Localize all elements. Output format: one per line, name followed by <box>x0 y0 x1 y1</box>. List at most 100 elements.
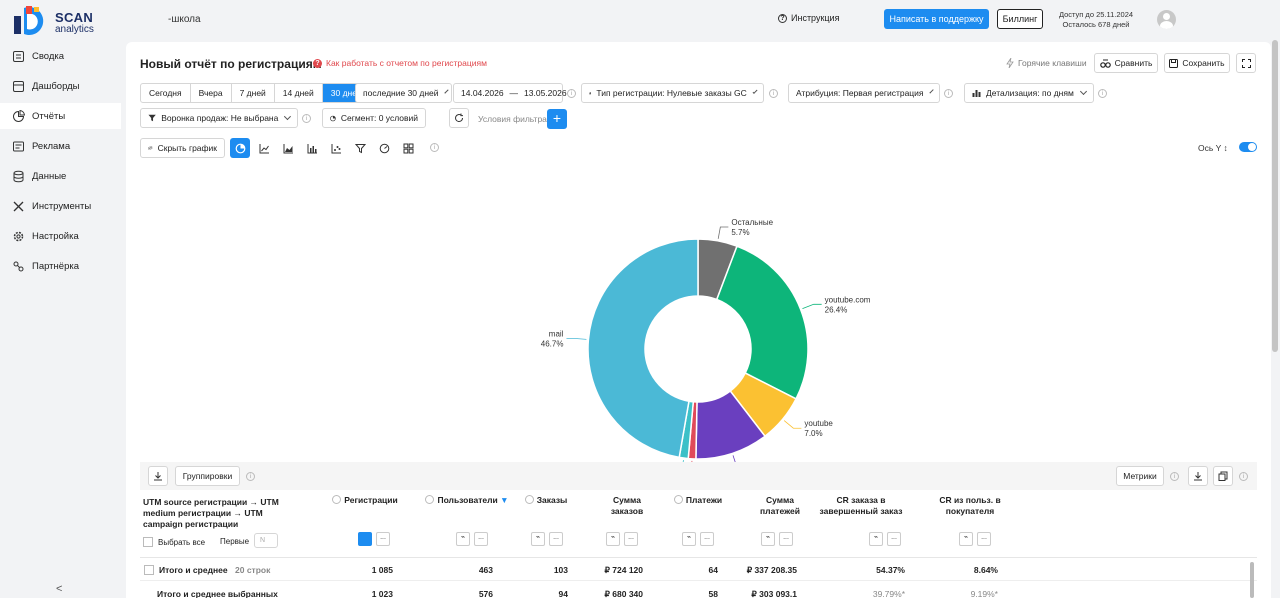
more-button[interactable]: ... <box>779 532 793 546</box>
column-header-cr-buyer[interactable]: CR из польз. в покупателя <box>930 495 1010 517</box>
sidebar-item-ads[interactable]: Реклама <box>0 133 121 159</box>
pie-slice[interactable] <box>715 245 809 400</box>
sidebar-item-label: Данные <box>32 170 67 182</box>
compare-button[interactable]: Сравнить <box>1094 53 1158 73</box>
sidebar-item-partner[interactable]: Партнёрка <box>0 253 121 279</box>
info-icon[interactable]: i <box>1170 472 1179 481</box>
period-14-days[interactable]: 14 дней <box>275 84 323 102</box>
chart-type-gauge[interactable] <box>374 138 394 158</box>
fullscreen-button[interactable] <box>1236 53 1256 73</box>
chart-type-grid[interactable] <box>398 138 418 158</box>
line-chart-icon[interactable]: ⌁ <box>606 532 620 546</box>
project-name[interactable]: -школа <box>168 14 201 25</box>
line-chart-icon[interactable]: ⌁ <box>456 532 470 546</box>
logo[interactable]: SCAN analytics <box>12 4 107 36</box>
pie-slice[interactable] <box>587 238 699 459</box>
info-icon[interactable]: i <box>246 472 255 481</box>
period-yesterday[interactable]: Вчера <box>191 84 232 102</box>
info-icon[interactable]: i <box>1239 472 1248 481</box>
groupings-button[interactable]: Группировки <box>175 466 240 486</box>
line-chart-icon[interactable]: ⌁ <box>761 532 775 546</box>
pie-chart-icon <box>235 143 245 153</box>
table-scrollbar[interactable] <box>1250 562 1254 598</box>
gear-icon <box>13 231 24 241</box>
column-header-registrations[interactable]: Регистрации <box>330 495 400 506</box>
avatar[interactable] <box>1157 10 1176 29</box>
column-header-users[interactable]: Пользователи ▼ <box>422 495 512 506</box>
more-button[interactable]: ... <box>700 532 714 546</box>
save-button[interactable]: Сохранить <box>1164 53 1230 73</box>
row-checkbox[interactable] <box>144 565 154 575</box>
info-icon[interactable]: i <box>944 89 953 98</box>
more-button[interactable]: ... <box>549 532 563 546</box>
chevron-down-icon <box>1079 87 1087 96</box>
chart-type-area[interactable] <box>278 138 298 158</box>
copy-button[interactable] <box>1213 466 1233 486</box>
reg-type-select[interactable]: Тип регистрации: Нулевые заказы GC <box>581 83 764 103</box>
funnel-select[interactable]: Воронка продаж: Не выбрана <box>140 108 298 128</box>
attribution-select[interactable]: Атрибуция: Первая регистрация <box>788 83 940 103</box>
info-icon[interactable]: i <box>567 89 576 98</box>
date-range-input[interactable]: 14.04.2026 — 13.05.2026 <box>453 83 567 103</box>
metrics-button[interactable]: Метрики <box>1116 466 1164 486</box>
line-chart-icon[interactable]: ⌁ <box>682 532 696 546</box>
select-all-checkbox[interactable] <box>143 537 153 547</box>
sidebar-item-dashboards[interactable]: Дашборды <box>0 73 121 99</box>
pie-label-name: youtube.com <box>825 295 871 304</box>
period-select[interactable]: последние 30 дней <box>355 83 452 103</box>
sidebar-item-reports[interactable]: Отчёты <box>0 103 121 129</box>
more-button[interactable]: ... <box>474 532 488 546</box>
chevron-down-icon <box>752 88 758 95</box>
sidebar-collapse-button[interactable]: < <box>56 583 62 595</box>
chart-type-scatter[interactable] <box>326 138 346 158</box>
support-button[interactable]: Написать в поддержку <box>884 9 989 29</box>
info-icon[interactable]: i <box>1098 89 1107 98</box>
sidebar-item-settings[interactable]: Настройка <box>0 223 121 249</box>
sidebar-item-data[interactable]: Данные <box>0 163 121 189</box>
pie-label-line <box>802 303 822 309</box>
sidebar-item-label: Партнёрка <box>32 260 79 272</box>
info-icon[interactable]: i <box>769 89 778 98</box>
axis-y-toggle[interactable] <box>1239 142 1257 152</box>
page-scrollbar[interactable] <box>1272 40 1278 352</box>
howto-link[interactable]: ? Как работать с отчетом по регистрациям <box>313 58 487 68</box>
column-header-payment-sum[interactable]: Сумма платежей <box>750 495 810 517</box>
refresh-button[interactable] <box>449 108 469 128</box>
table-header: UTM source регистрации → UTM medium реги… <box>140 490 1257 558</box>
column-header-payments[interactable]: Платежи <box>668 495 728 506</box>
chart-type-line[interactable] <box>254 138 274 158</box>
info-icon[interactable]: i <box>302 114 311 123</box>
more-button[interactable]: ... <box>977 532 991 546</box>
column-header-order-sum[interactable]: Сумма заказов <box>597 495 657 517</box>
hotkeys-link[interactable]: Горячие клавиши <box>1006 58 1087 68</box>
sidebar-item-label: Сводка <box>32 50 65 62</box>
line-chart-icon[interactable]: ⌁ <box>531 532 545 546</box>
select-all[interactable]: Выбрать все <box>143 537 205 547</box>
column-header-cr-order[interactable]: CR заказа в завершенный заказ <box>816 495 906 517</box>
more-button[interactable]: ... <box>887 532 901 546</box>
billing-button[interactable]: Биллинг <box>997 9 1043 29</box>
download-button[interactable] <box>148 466 168 486</box>
segment-select[interactable]: Сегмент: 0 условий <box>322 108 426 128</box>
export-button[interactable] <box>1188 466 1208 486</box>
detail-select[interactable]: Детализация: по дням <box>964 83 1094 103</box>
first-n-input[interactable]: N <box>254 533 278 548</box>
line-chart-icon[interactable]: ⌁ <box>959 532 973 546</box>
chart-type-funnel[interactable] <box>350 138 370 158</box>
hide-chart-button[interactable]: Скрыть график <box>140 138 225 158</box>
sidebar-item-summary[interactable]: Сводка <box>0 43 121 69</box>
info-icon[interactable]: i <box>430 143 439 152</box>
more-button[interactable]: ... <box>624 532 638 546</box>
sidebar-item-tools[interactable]: Инструменты <box>0 193 121 219</box>
add-filter-button[interactable]: + <box>547 109 567 129</box>
line-chart-icon[interactable]: ⌁ <box>869 532 883 546</box>
chart-type-pie[interactable] <box>230 138 250 158</box>
line-chart-icon[interactable] <box>358 532 372 546</box>
help-link[interactable]: ? Инструкция <box>778 13 839 23</box>
period-7-days[interactable]: 7 дней <box>232 84 275 102</box>
chart-type-bar[interactable] <box>302 138 322 158</box>
period-today[interactable]: Сегодня <box>141 84 191 102</box>
more-button[interactable]: ... <box>376 532 390 546</box>
column-header-orders[interactable]: Заказы <box>522 495 570 506</box>
eye-off-icon <box>148 146 153 150</box>
